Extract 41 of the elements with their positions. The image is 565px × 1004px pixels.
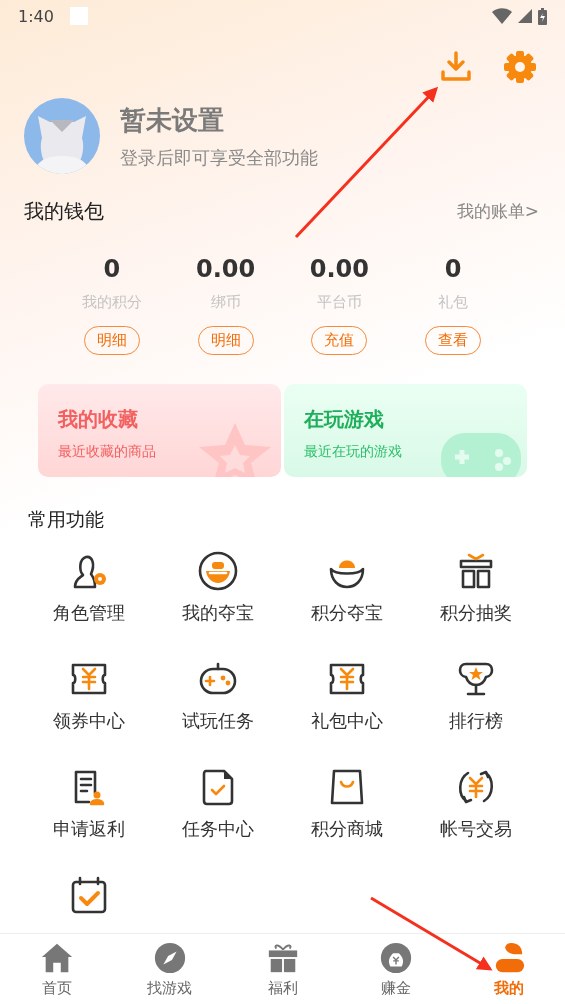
function-label[interactable]: 任务中心: [181, 817, 254, 841]
compass-icon: [152, 940, 187, 975]
function-label[interactable]: 领券中心: [52, 709, 125, 733]
bills-link[interactable]: 我的账单>: [456, 200, 539, 223]
function-label[interactable]: 帐号交易: [440, 817, 513, 841]
balance-label: 绑币: [210, 293, 241, 312]
nav-tab[interactable]: 首页: [0, 934, 113, 1004]
notification-icon: [69, 7, 88, 25]
function-label[interactable]: 礼包中心: [311, 709, 384, 733]
function-label[interactable]: 积分夺宝: [311, 601, 384, 625]
nav-tab[interactable]: 福利: [226, 934, 339, 1004]
card-subtitle: 最近在玩的游戏: [304, 443, 403, 461]
balance-label: 礼包: [438, 293, 469, 312]
balance-label: 平台币: [316, 293, 362, 312]
section-title: 我的钱包: [24, 198, 104, 225]
balance-label: 我的积分: [81, 293, 142, 312]
balance-value: 0.00: [196, 255, 256, 283]
status-time: 1:40: [18, 6, 54, 26]
download-icon[interactable]: [439, 50, 473, 84]
balance-value: 0: [103, 255, 121, 283]
battery-icon: [538, 7, 547, 25]
money-icon: [378, 940, 413, 975]
function-label[interactable]: 申请返利: [52, 817, 125, 841]
section-title: 常用功能: [27, 507, 105, 532]
profile-name: 暂未设置: [120, 103, 225, 137]
card-subtitle: 最近收藏的商品: [58, 443, 157, 461]
function-label[interactable]: 积分商城: [311, 817, 384, 841]
wifi-icon: [492, 8, 512, 24]
function-label[interactable]: 积分抽奖: [440, 601, 513, 625]
balance-value: 0.00: [309, 255, 369, 283]
nav-tab[interactable]: 赚金: [339, 934, 452, 1004]
function-label[interactable]: 排行榜: [449, 709, 504, 733]
card-title: 在玩游戏: [304, 406, 385, 433]
function-label[interactable]: 我的夺宝: [181, 601, 254, 625]
card-title: 我的收藏: [58, 406, 139, 433]
function-label[interactable]: 角色管理: [52, 601, 125, 625]
profile-subtitle: 登录后即可享受全部功能: [120, 145, 318, 170]
nav-tab[interactable]: 找游戏: [113, 934, 226, 1004]
balance-value: 0: [444, 255, 462, 283]
signal-icon: [518, 9, 532, 23]
function-label[interactable]: 试玩任务: [181, 709, 254, 733]
